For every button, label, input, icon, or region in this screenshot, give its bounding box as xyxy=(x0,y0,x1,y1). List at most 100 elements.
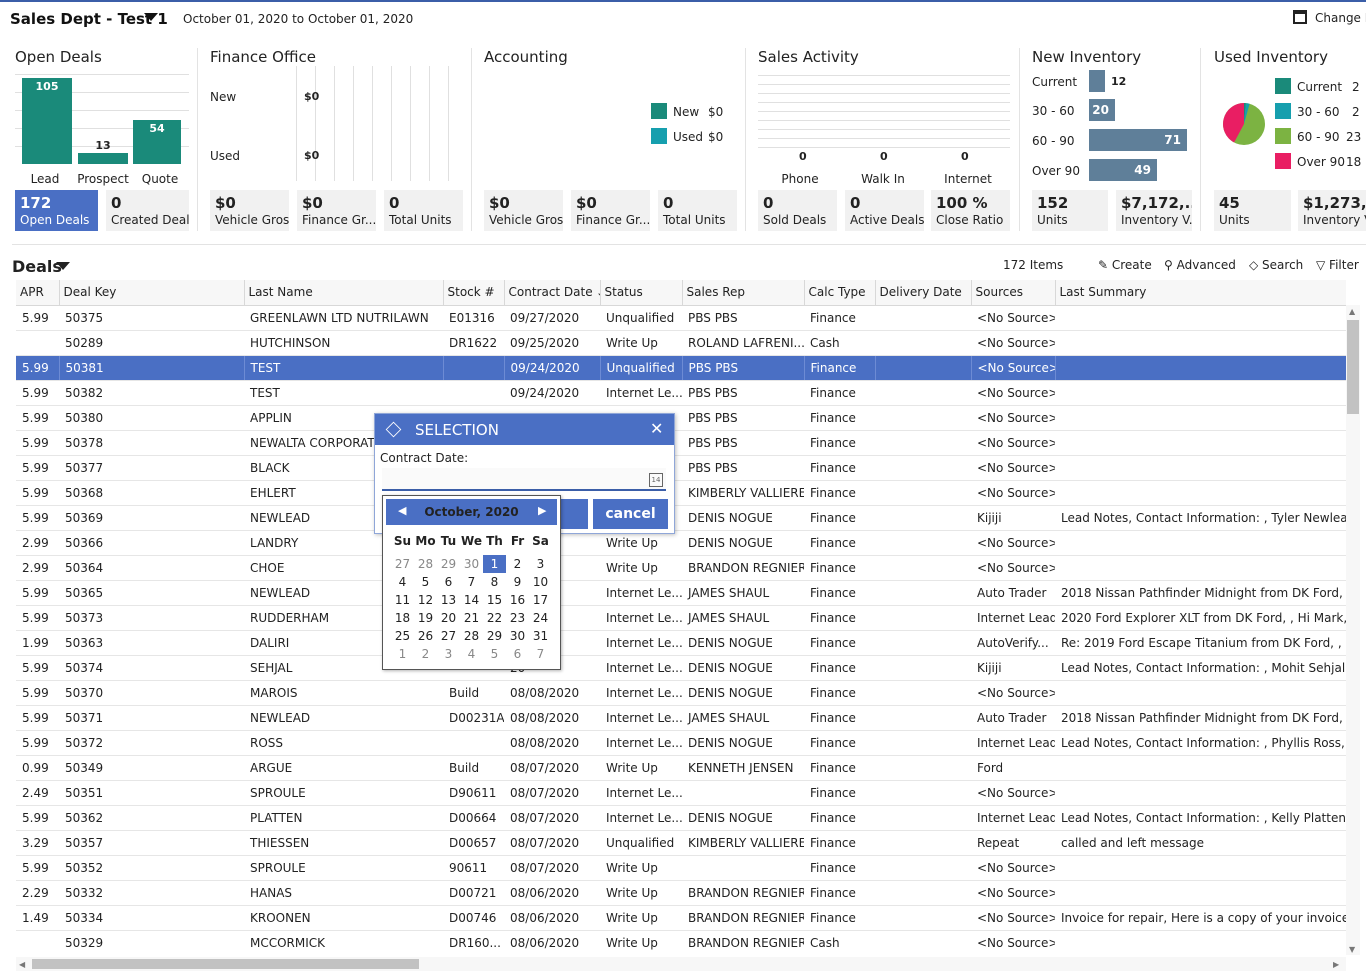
table-row[interactable]: 5.99 50377 BLACK PBS PBS Finance <No Source> xyxy=(16,455,1346,481)
column-header[interactable]: Calc Type xyxy=(804,280,876,306)
column-header[interactable]: Sources xyxy=(971,280,1056,306)
table-row[interactable]: 5.99 50378 NEWALTA CORPORATIO PBS PBS Financ… xyxy=(16,430,1346,456)
stat-close-ratio[interactable]: 100 % Close Ratio xyxy=(931,190,1010,231)
stat-finance-gross[interactable]: $0 Finance Gr... xyxy=(571,190,650,231)
create-button[interactable]: ✎ Create xyxy=(1098,258,1152,272)
table-row[interactable]: 2.9950366LANDRY20Write UpDENIS NOGUEFina… xyxy=(16,530,1346,556)
deals-title[interactable]: Deals xyxy=(12,257,62,276)
calendar-day[interactable]: 14 xyxy=(460,591,483,609)
scroll-left-icon[interactable]: ◀ xyxy=(19,960,25,969)
filter-button[interactable]: ▽ Filter xyxy=(1316,258,1359,272)
table-row[interactable]: 5.99 50371 NEWLEAD D00231A 08/08/2020 Interne… xyxy=(16,705,1346,731)
table-row[interactable]: 5.99 50380 APPLIN PBS PBS Finance <No Source> xyxy=(16,405,1346,431)
table-row[interactable]: 5.99 50368 EHLERT KIMBERLY VALLIERE Finance <… xyxy=(16,480,1346,506)
calendar-day[interactable]: 2 xyxy=(506,555,529,573)
column-header[interactable]: Delivery Date xyxy=(875,280,972,306)
calendar-day[interactable]: 17 xyxy=(529,591,552,609)
table-row[interactable]: 5.99 50370 MAROIS Build 08/08/2020 Internet L… xyxy=(16,680,1346,706)
stat-total-units[interactable]: 0 Total Units xyxy=(658,190,737,231)
calendar-day[interactable]: 30 xyxy=(506,627,529,645)
stat-sold-deals[interactable]: 0 Sold Deals xyxy=(758,190,837,231)
stat-units[interactable]: 45 Units xyxy=(1214,190,1291,231)
stat-units[interactable]: 152 Units xyxy=(1032,190,1108,231)
open-deals-bar-prospect[interactable] xyxy=(78,153,128,164)
calendar-day[interactable]: 1 xyxy=(483,555,506,573)
calendar-day[interactable]: 24 xyxy=(529,609,552,627)
table-row[interactable]: 50289 HUTCHINSON DR1622 09/25/2020 Write Up R… xyxy=(16,330,1346,356)
calendar-day[interactable]: 7 xyxy=(529,645,552,663)
stat-active-deals[interactable]: 0 Active Deals xyxy=(845,190,924,231)
stat-vehicle-gross[interactable]: $0 Vehicle Gross xyxy=(210,190,289,231)
column-header[interactable]: APR xyxy=(16,280,60,306)
stat-inventory-value[interactable]: $1,273,...Inventory V... xyxy=(1298,190,1366,231)
table-row[interactable]: 2.49 50351 SPROULE D90611 08/07/2020 Internet… xyxy=(16,780,1346,806)
calendar-day[interactable]: 5 xyxy=(483,645,506,663)
scroll-up-icon[interactable]: ▲ xyxy=(1349,307,1355,316)
close-icon[interactable]: ✕ xyxy=(650,419,663,438)
table-row[interactable]: 5.99 50352 SPROULE 90611 08/07/2020 Write Up F… xyxy=(16,855,1346,881)
cancel-button[interactable]: cancel xyxy=(593,499,668,529)
calendar-day[interactable]: 13 xyxy=(437,591,460,609)
column-header[interactable]: Status xyxy=(600,280,683,306)
column-header[interactable]: Last Summary xyxy=(1055,280,1346,306)
dept-dropdown-icon[interactable] xyxy=(144,13,158,21)
deals-dropdown-icon[interactable] xyxy=(56,262,70,270)
table-row[interactable]: 50329 MCCORMICK DR160... 08/06/2020 Write Up… xyxy=(16,930,1346,955)
calendar-day[interactable]: 7 xyxy=(460,573,483,591)
calendar-day[interactable]: 11 xyxy=(391,591,414,609)
table-row[interactable]: 1.49 50334 KROONEN D00746 08/06/2020 Write Up… xyxy=(16,905,1346,931)
advanced-button[interactable]: ⚲ Advanced xyxy=(1164,258,1236,272)
inventory-bar-30-60[interactable]: 20 xyxy=(1089,99,1115,121)
calendar-day[interactable]: 15 xyxy=(483,591,506,609)
scroll-right-icon[interactable]: ▶ xyxy=(1333,960,1339,969)
dialog-header[interactable]: SELECTION ✕ xyxy=(375,414,674,445)
stat-vehicle-gross[interactable]: $0 Vehicle Gross xyxy=(484,190,563,231)
table-row[interactable]: 5.99 50381 TEST 09/24/2020 Unqualified PBS PB… xyxy=(16,355,1346,381)
column-header[interactable]: Stock # xyxy=(443,280,505,306)
table-row[interactable]: 5.99 50369 NEWLEAD DENIS NOGUE Finance Kijiji… xyxy=(16,505,1346,531)
table-row[interactable]: 5.9950365NEWLEAD20Internet Le...JAMES SH… xyxy=(16,580,1346,606)
calendar-day[interactable]: 8 xyxy=(483,573,506,591)
calendar-day[interactable]: 27 xyxy=(437,627,460,645)
inventory-bar-over-90[interactable]: 49 xyxy=(1089,159,1157,181)
table-row[interactable]: 1.9950363DALIRI20Internet Le...DENIS NOG… xyxy=(16,630,1346,656)
stat-created-deals[interactable]: 0 Created Deals xyxy=(106,190,189,231)
calendar-day[interactable]: 21 xyxy=(460,609,483,627)
table-row[interactable]: 3.29 50357 THIESSEN D00657 08/07/2020 Unquali… xyxy=(16,830,1346,856)
calendar-day[interactable]: 6 xyxy=(506,645,529,663)
calendar-day[interactable]: 29 xyxy=(483,627,506,645)
column-header[interactable]: Last Name xyxy=(244,280,444,306)
stat-open-deals[interactable]: 172 Open Deals xyxy=(15,190,98,231)
calendar-day[interactable]: 19 xyxy=(414,609,437,627)
stat-finance-gross[interactable]: $0 Finance Gr... xyxy=(297,190,376,231)
contract-date-input[interactable] xyxy=(382,468,666,491)
calendar-day[interactable]: 28 xyxy=(460,627,483,645)
vertical-scroll-thumb[interactable] xyxy=(1347,320,1359,414)
calendar-icon[interactable]: 14 xyxy=(649,473,663,487)
calendar-day[interactable]: 29 xyxy=(437,555,460,573)
change-date-button[interactable]: Change D xyxy=(1293,10,1366,25)
column-header[interactable]: Sales Rep xyxy=(682,280,805,306)
table-row[interactable]: 5.99 50382 TEST 09/24/2020 Internet Le... PBS… xyxy=(16,380,1346,406)
calendar-day[interactable]: 31 xyxy=(529,627,552,645)
stat-inventory-value[interactable]: $7,172,...Inventory V... xyxy=(1116,190,1192,231)
calendar-day[interactable]: 4 xyxy=(460,645,483,663)
stat-total-units[interactable]: 0 Total Units xyxy=(384,190,463,231)
calendar-day[interactable]: 30 xyxy=(460,555,483,573)
calendar-day[interactable]: 3 xyxy=(437,645,460,663)
inventory-bar-current[interactable] xyxy=(1089,70,1105,92)
table-row[interactable]: 5.9950374SEHJAL20Internet Le...DENIS NOG… xyxy=(16,655,1346,681)
search-button[interactable]: ◇ Search xyxy=(1249,258,1303,272)
horizontal-scroll-thumb[interactable] xyxy=(32,959,419,969)
scroll-down-icon[interactable]: ▼ xyxy=(1349,945,1355,954)
calendar-day[interactable]: 26 xyxy=(414,627,437,645)
table-row[interactable]: 2.29 50332 HANAS D00721 08/06/2020 Write Up BR… xyxy=(16,880,1346,906)
calendar-day[interactable]: 5 xyxy=(414,573,437,591)
calendar-day[interactable]: 20 xyxy=(437,609,460,627)
inventory-bar-60-90[interactable]: 71 xyxy=(1089,129,1187,151)
calendar-day[interactable]: 6 xyxy=(437,573,460,591)
table-row[interactable]: 5.99 50375 GREENLAWN LTD NUTRILAWN E01316 09… xyxy=(16,305,1346,331)
column-header[interactable]: Contract Date ↓ xyxy=(504,280,601,306)
column-header[interactable]: Deal Key xyxy=(59,280,245,306)
calendar-day[interactable]: 28 xyxy=(414,555,437,573)
